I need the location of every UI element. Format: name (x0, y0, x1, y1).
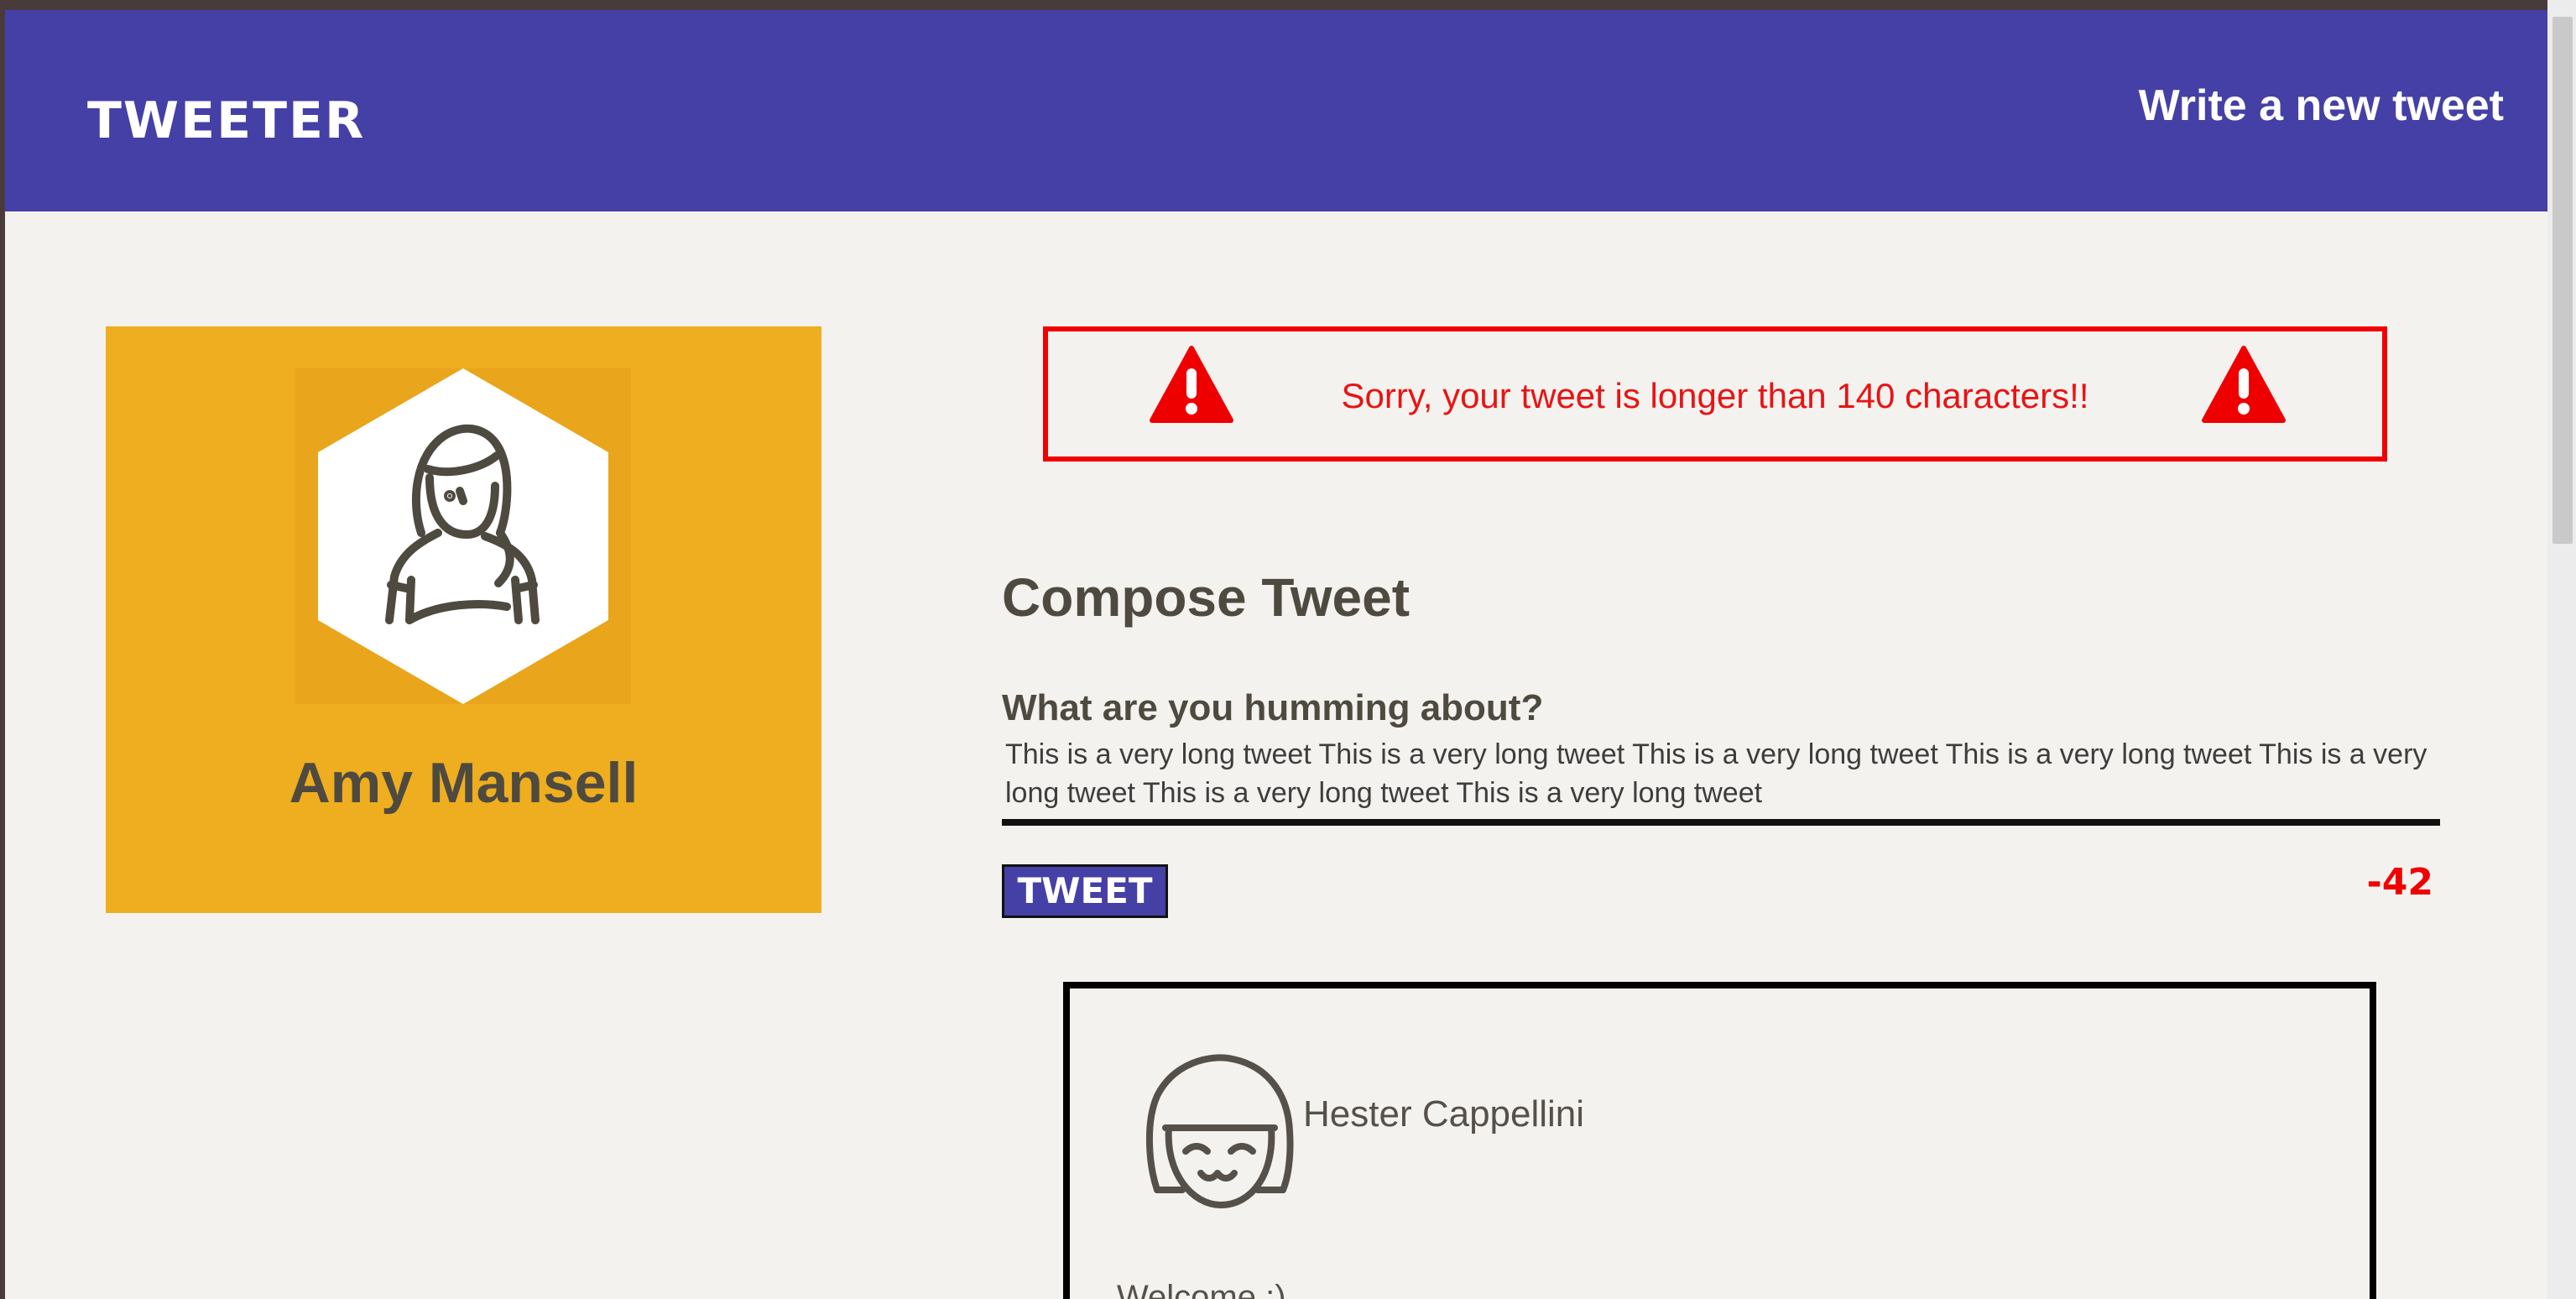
compose-title: Compose Tweet (1002, 567, 1410, 628)
tweet-avatar (1140, 1047, 1300, 1215)
tweet-content: Welcome :) (1117, 1279, 1286, 1299)
profile-name: Amy Mansell (289, 751, 639, 815)
warning-icon (2201, 345, 2287, 425)
profile-card: Amy Mansell (106, 326, 821, 913)
error-message: Sorry, your tweet is longer than 140 cha… (1341, 376, 2089, 415)
brand-logo[interactable]: TWEETER (87, 96, 365, 146)
scrollbar-thumb[interactable] (2553, 17, 2573, 544)
profile-avatar (295, 368, 631, 704)
error-banner: Sorry, your tweet is longer than 140 cha… (1043, 326, 2387, 462)
character-counter: -42 (2366, 861, 2434, 904)
page: TWEETER Write a new tweet Amy Mansell So… (5, 10, 2547, 1299)
tweet-author-name: Hester Cappellini (1303, 1093, 1585, 1135)
tweet-card: Hester Cappellini Welcome :) (1063, 982, 2376, 1299)
top-nav: TWEETER Write a new tweet (5, 10, 2547, 211)
compose-label: What are you humming about? (1002, 687, 1544, 728)
vertical-scrollbar[interactable] (2547, 0, 2576, 1299)
girl-face-avatar-icon (1145, 1054, 1294, 1208)
tweet-textarea[interactable]: This is a very long tweet This is a very… (1002, 735, 2440, 826)
write-new-tweet-link[interactable]: Write a new tweet (2139, 84, 2504, 128)
hexagon-girl-avatar-icon (318, 368, 608, 704)
tweet-button[interactable]: TWEET (1002, 864, 1168, 918)
